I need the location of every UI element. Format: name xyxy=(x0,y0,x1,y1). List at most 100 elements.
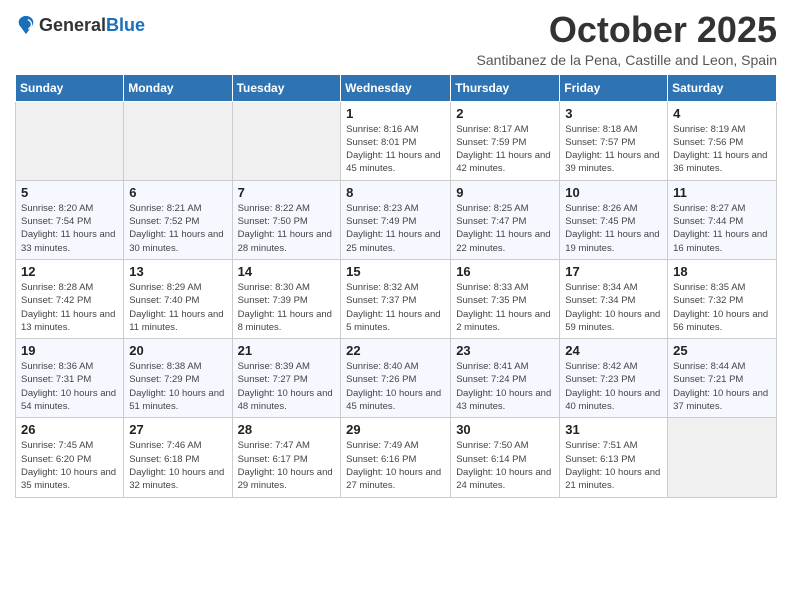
calendar-cell: 26 Sunrise: 7:45 AM Sunset: 6:20 PM Dayli… xyxy=(16,418,124,497)
calendar-cell xyxy=(232,101,341,180)
header-monday: Monday xyxy=(124,74,232,101)
day-info: Sunrise: 8:27 AM Sunset: 7:44 PM Dayligh… xyxy=(673,202,771,255)
calendar-cell: 17Sunrise: 8:34 AM Sunset: 7:34 PM Dayli… xyxy=(560,259,668,338)
calendar-cell: 22 Sunrise: 8:40 AM Sunset: 7:26 PM Dayli… xyxy=(341,339,451,418)
logo: GeneralBlue xyxy=(15,14,145,36)
day-number: 22 xyxy=(346,343,445,358)
calendar-cell xyxy=(124,101,232,180)
calendar-cell: 28Sunrise: 7:47 AM Sunset: 6:17 PM Dayli… xyxy=(232,418,341,497)
day-info: Sunrise: 8:26 AM Sunset: 7:45 PM Dayligh… xyxy=(565,202,662,255)
day-info: Sunrise: 8:42 AM Sunset: 7:23 PM Dayligh… xyxy=(565,360,662,413)
day-info: Sunrise: 7:49 AM Sunset: 6:16 PM Dayligh… xyxy=(346,439,445,492)
calendar-cell: 27 Sunrise: 7:46 AM Sunset: 6:18 PM Dayli… xyxy=(124,418,232,497)
day-number: 20 xyxy=(129,343,226,358)
day-info: Sunrise: 8:16 AM Sunset: 8:01 PM Dayligh… xyxy=(346,123,445,176)
calendar-cell: 19Sunrise: 8:36 AM Sunset: 7:31 PM Dayli… xyxy=(16,339,124,418)
day-number: 2 xyxy=(456,106,554,121)
header-sunday: Sunday xyxy=(16,74,124,101)
day-info: Sunrise: 8:23 AM Sunset: 7:49 PM Dayligh… xyxy=(346,202,445,255)
month-title: October 2025 xyxy=(477,10,777,50)
day-info: Sunrise: 7:45 AM Sunset: 6:20 PM Dayligh… xyxy=(21,439,118,492)
day-info: Sunrise: 8:21 AM Sunset: 7:52 PM Dayligh… xyxy=(129,202,226,255)
calendar-cell: 7 Sunrise: 8:22 AM Sunset: 7:50 PM Daylig… xyxy=(232,180,341,259)
day-info: Sunrise: 8:28 AM Sunset: 7:42 PM Dayligh… xyxy=(21,281,118,334)
header-saturday: Saturday xyxy=(668,74,777,101)
day-info: Sunrise: 8:19 AM Sunset: 7:56 PM Dayligh… xyxy=(673,123,771,176)
calendar-week-2: 12Sunrise: 8:28 AM Sunset: 7:42 PM Dayli… xyxy=(16,259,777,338)
calendar-cell: 18 Sunrise: 8:35 AM Sunset: 7:32 PM Dayli… xyxy=(668,259,777,338)
calendar-cell: 12Sunrise: 8:28 AM Sunset: 7:42 PM Dayli… xyxy=(16,259,124,338)
header-friday: Friday xyxy=(560,74,668,101)
day-number: 16 xyxy=(456,264,554,279)
calendar-cell: 9 Sunrise: 8:25 AM Sunset: 7:47 PM Daylig… xyxy=(451,180,560,259)
logo-icon xyxy=(15,14,37,36)
day-number: 26 xyxy=(21,422,118,437)
day-number: 18 xyxy=(673,264,771,279)
day-number: 14 xyxy=(238,264,336,279)
calendar-cell: 31 Sunrise: 7:51 AM Sunset: 6:13 PM Dayli… xyxy=(560,418,668,497)
calendar-week-0: 1 Sunrise: 8:16 AM Sunset: 8:01 PM Daylig… xyxy=(16,101,777,180)
day-number: 5 xyxy=(21,185,118,200)
location-subtitle: Santibanez de la Pena, Castille and Leon… xyxy=(477,52,777,68)
day-info: Sunrise: 8:22 AM Sunset: 7:50 PM Dayligh… xyxy=(238,202,336,255)
header-wednesday: Wednesday xyxy=(341,74,451,101)
calendar-cell: 20Sunrise: 8:38 AM Sunset: 7:29 PM Dayli… xyxy=(124,339,232,418)
day-number: 21 xyxy=(238,343,336,358)
logo-general-text: General xyxy=(39,15,106,35)
day-info: Sunrise: 7:47 AM Sunset: 6:17 PM Dayligh… xyxy=(238,439,336,492)
day-number: 27 xyxy=(129,422,226,437)
header-thursday: Thursday xyxy=(451,74,560,101)
calendar-week-4: 26 Sunrise: 7:45 AM Sunset: 6:20 PM Dayli… xyxy=(16,418,777,497)
calendar-cell: 4 Sunrise: 8:19 AM Sunset: 7:56 PM Daylig… xyxy=(668,101,777,180)
day-number: 7 xyxy=(238,185,336,200)
calendar-cell: 11 Sunrise: 8:27 AM Sunset: 7:44 PM Dayli… xyxy=(668,180,777,259)
calendar-cell: 15 Sunrise: 8:32 AM Sunset: 7:37 PM Dayli… xyxy=(341,259,451,338)
calendar-cell: 10 Sunrise: 8:26 AM Sunset: 7:45 PM Dayli… xyxy=(560,180,668,259)
page-header: GeneralBlue October 2025 Santibanez de l… xyxy=(15,10,777,68)
day-number: 15 xyxy=(346,264,445,279)
calendar-cell: 1 Sunrise: 8:16 AM Sunset: 8:01 PM Daylig… xyxy=(341,101,451,180)
calendar-cell: 8 Sunrise: 8:23 AM Sunset: 7:49 PM Daylig… xyxy=(341,180,451,259)
day-info: Sunrise: 7:51 AM Sunset: 6:13 PM Dayligh… xyxy=(565,439,662,492)
day-number: 24 xyxy=(565,343,662,358)
calendar-cell: 2 Sunrise: 8:17 AM Sunset: 7:59 PM Daylig… xyxy=(451,101,560,180)
day-number: 31 xyxy=(565,422,662,437)
day-info: Sunrise: 8:32 AM Sunset: 7:37 PM Dayligh… xyxy=(346,281,445,334)
day-info: Sunrise: 8:39 AM Sunset: 7:27 PM Dayligh… xyxy=(238,360,336,413)
day-info: Sunrise: 8:29 AM Sunset: 7:40 PM Dayligh… xyxy=(129,281,226,334)
title-block: October 2025 Santibanez de la Pena, Cast… xyxy=(477,10,777,68)
header-row: SundayMondayTuesdayWednesdayThursdayFrid… xyxy=(16,74,777,101)
day-info: Sunrise: 8:33 AM Sunset: 7:35 PM Dayligh… xyxy=(456,281,554,334)
day-info: Sunrise: 8:36 AM Sunset: 7:31 PM Dayligh… xyxy=(21,360,118,413)
day-info: Sunrise: 8:41 AM Sunset: 7:24 PM Dayligh… xyxy=(456,360,554,413)
day-number: 8 xyxy=(346,185,445,200)
day-number: 11 xyxy=(673,185,771,200)
day-number: 1 xyxy=(346,106,445,121)
day-info: Sunrise: 8:17 AM Sunset: 7:59 PM Dayligh… xyxy=(456,123,554,176)
calendar-cell: 16 Sunrise: 8:33 AM Sunset: 7:35 PM Dayli… xyxy=(451,259,560,338)
day-info: Sunrise: 8:25 AM Sunset: 7:47 PM Dayligh… xyxy=(456,202,554,255)
day-number: 25 xyxy=(673,343,771,358)
day-number: 10 xyxy=(565,185,662,200)
day-info: Sunrise: 8:20 AM Sunset: 7:54 PM Dayligh… xyxy=(21,202,118,255)
day-info: Sunrise: 8:40 AM Sunset: 7:26 PM Dayligh… xyxy=(346,360,445,413)
calendar-cell: 30Sunrise: 7:50 AM Sunset: 6:14 PM Dayli… xyxy=(451,418,560,497)
calendar-table: SundayMondayTuesdayWednesdayThursdayFrid… xyxy=(15,74,777,498)
day-number: 23 xyxy=(456,343,554,358)
calendar-cell: 24 Sunrise: 8:42 AM Sunset: 7:23 PM Dayli… xyxy=(560,339,668,418)
day-number: 4 xyxy=(673,106,771,121)
calendar-week-3: 19Sunrise: 8:36 AM Sunset: 7:31 PM Dayli… xyxy=(16,339,777,418)
day-info: Sunrise: 8:44 AM Sunset: 7:21 PM Dayligh… xyxy=(673,360,771,413)
day-number: 30 xyxy=(456,422,554,437)
day-number: 13 xyxy=(129,264,226,279)
calendar-cell: 3Sunrise: 8:18 AM Sunset: 7:57 PM Daylig… xyxy=(560,101,668,180)
day-number: 9 xyxy=(456,185,554,200)
calendar-cell: 23 Sunrise: 8:41 AM Sunset: 7:24 PM Dayli… xyxy=(451,339,560,418)
day-info: Sunrise: 8:35 AM Sunset: 7:32 PM Dayligh… xyxy=(673,281,771,334)
day-number: 3 xyxy=(565,106,662,121)
calendar-week-1: 5 Sunrise: 8:20 AM Sunset: 7:54 PM Daylig… xyxy=(16,180,777,259)
day-info: Sunrise: 7:46 AM Sunset: 6:18 PM Dayligh… xyxy=(129,439,226,492)
calendar-cell xyxy=(668,418,777,497)
calendar-cell: 29Sunrise: 7:49 AM Sunset: 6:16 PM Dayli… xyxy=(341,418,451,497)
calendar-cell: 25 Sunrise: 8:44 AM Sunset: 7:21 PM Dayli… xyxy=(668,339,777,418)
